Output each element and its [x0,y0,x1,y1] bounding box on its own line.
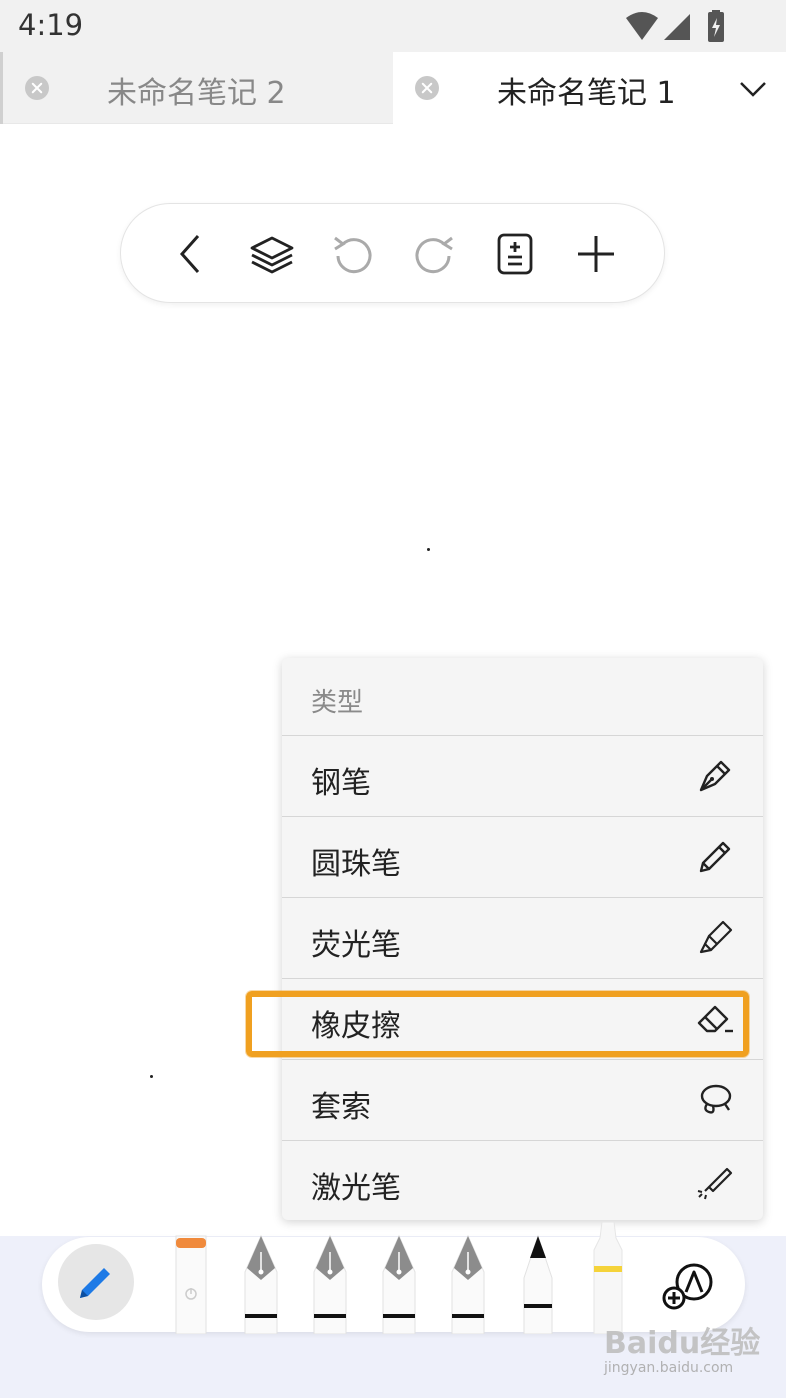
eraser-stick-icon[interactable] [173,1222,209,1334]
laser-pen-icon [697,1167,733,1200]
layers-button[interactable] [247,229,297,279]
pencil-icon [80,1268,110,1298]
back-button[interactable] [167,229,217,279]
wifi-icon [626,12,658,40]
highlighter-icon [699,920,733,954]
menu-item-label: 圆珠笔 [311,847,401,882]
menu-item-label: 套索 [311,1090,371,1125]
tab-note-2[interactable]: 未命名笔记 2 [0,52,393,124]
redo-button[interactable] [409,229,459,279]
layers-icon [250,236,294,274]
menu-item-label: 荧光笔 [311,928,401,963]
menu-item-lasso[interactable]: 套索 [282,1060,763,1141]
signal-icon [664,14,690,40]
pencil-icon [699,841,731,873]
tab-bar: 未命名笔记 2 未命名笔记 1 [0,52,786,124]
fountain-pen-icon [699,760,731,792]
watermark-logo: Baidu经验 [604,1326,761,1361]
fountain-pen-icon[interactable] [379,1222,419,1334]
menu-item-ballpoint[interactable]: 圆珠笔 [282,817,763,898]
status-icons [626,10,724,42]
tab-title: 未命名笔记 1 [497,76,676,111]
fountain-pen-icon[interactable] [448,1222,488,1334]
undo-icon [334,236,372,274]
page-add-button[interactable] [490,229,540,279]
canvas-toolbar [120,203,665,303]
redo-icon [415,236,453,274]
menu-item-label: 钢笔 [311,766,371,801]
chevron-down-icon[interactable] [738,74,768,104]
status-bar: 4:19 [0,0,786,52]
lasso-icon [700,1084,732,1114]
add-button[interactable] [571,229,621,279]
tool-type-menu: 类型 钢笔 圆珠笔 荧光笔 橡皮擦 套索 激光笔 [282,658,763,1220]
back-icon [179,235,200,273]
marker-icon[interactable] [518,1222,558,1334]
watermark-url: jingyan.baidu.com [604,1360,734,1376]
menu-item-label: 激光笔 [311,1171,401,1206]
canvas-dot [150,1075,153,1078]
fountain-pen-icon[interactable] [310,1222,350,1334]
fountain-pen-icon[interactable] [241,1222,281,1334]
pen-mode-button[interactable] [58,1244,134,1320]
eraser-highlight-box [246,991,749,1057]
tab-title: 未命名笔记 2 [107,76,286,111]
page-add-icon [497,233,533,275]
menu-header: 类型 [282,658,763,736]
menu-header-label: 类型 [311,688,364,718]
status-time: 4:19 [18,8,84,42]
plus-icon [578,236,614,272]
menu-item-laser[interactable]: 激光笔 [282,1141,763,1220]
close-icon[interactable] [25,76,49,100]
tab-note-1[interactable]: 未命名笔记 1 [393,52,786,124]
menu-item-pen[interactable]: 钢笔 [282,736,763,817]
menu-item-highlighter[interactable]: 荧光笔 [282,898,763,979]
undo-button[interactable] [328,229,378,279]
close-icon[interactable] [415,76,439,100]
canvas-dot [427,548,430,551]
add-shape-button[interactable] [660,1258,716,1314]
